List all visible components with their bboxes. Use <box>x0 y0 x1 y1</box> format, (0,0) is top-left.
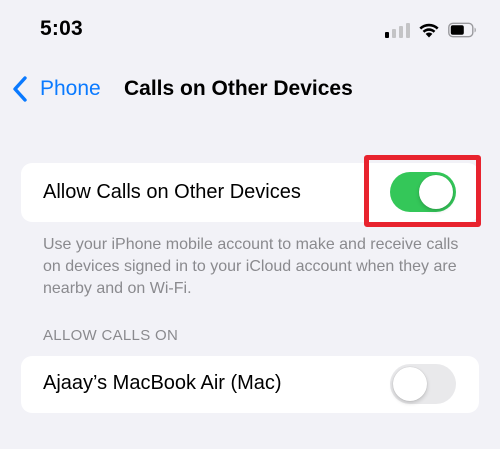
back-button-label: Phone <box>40 77 101 100</box>
status-time: 5:03 <box>40 17 83 40</box>
device-row-macbook: Ajaay’s MacBook Air (Mac) <box>21 356 479 413</box>
toggle-knob <box>393 367 427 401</box>
page-title: Calls on Other Devices <box>124 77 353 100</box>
status-icons <box>385 20 478 40</box>
device-toggle-macbook[interactable] <box>390 364 456 404</box>
allow-calls-label: Allow Calls on Other Devices <box>43 181 301 203</box>
device-label: Ajaay’s MacBook Air (Mac) <box>43 372 282 394</box>
toggle-knob <box>419 175 453 209</box>
cellular-signal-icon <box>385 22 410 38</box>
wifi-icon <box>419 23 439 38</box>
allow-calls-toggle[interactable] <box>390 172 456 212</box>
battery-icon <box>448 22 476 38</box>
allow-calls-row: Allow Calls on Other Devices <box>21 163 479 222</box>
navigation-bar: Phone Calls on Other Devices <box>0 64 500 114</box>
section-header-allow-calls-on: ALLOW CALLS ON <box>43 327 179 344</box>
chevron-left-icon <box>13 76 27 102</box>
allow-calls-description: Use your iPhone mobile account to make a… <box>43 236 459 297</box>
back-button[interactable]: Phone <box>10 74 101 104</box>
status-bar: 5:03 <box>0 0 500 60</box>
